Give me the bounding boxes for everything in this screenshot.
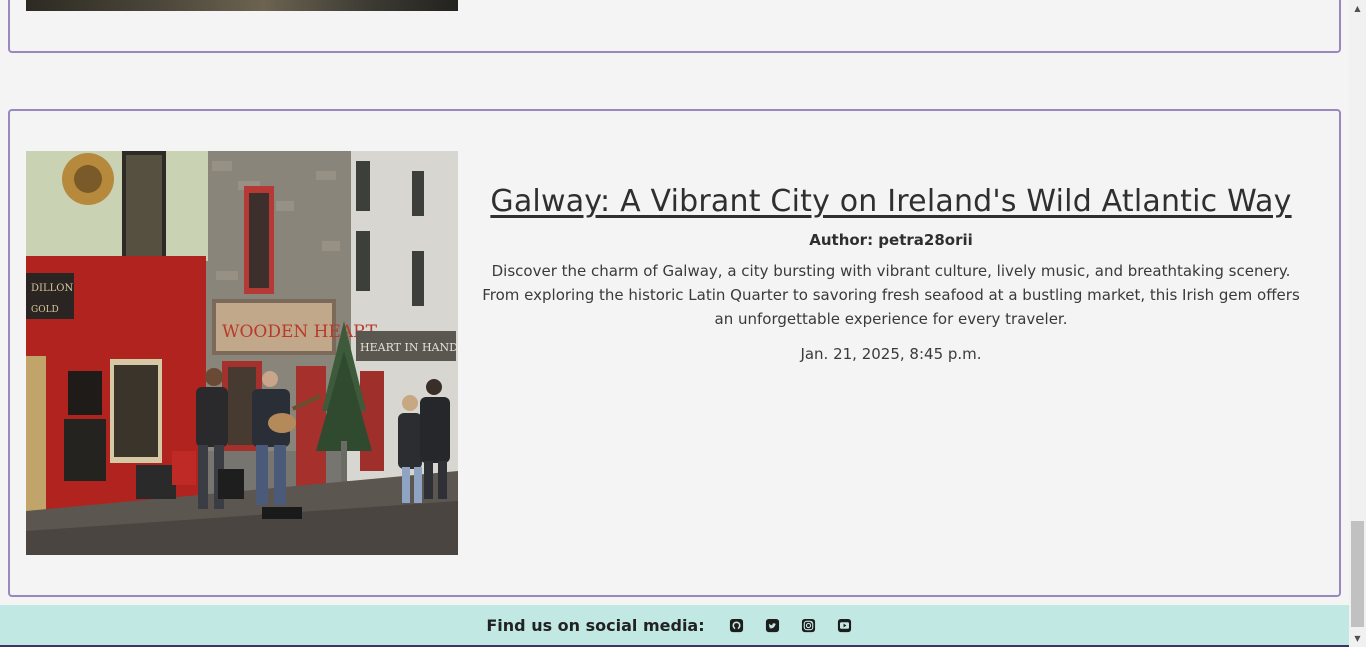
photo-sign-gold: GOLD xyxy=(31,305,59,315)
page-viewport: DILLON GOLD WOODEN HEART HEART IN HANDS xyxy=(0,0,1349,647)
page-scrollbar[interactable]: ▲ ▼ xyxy=(1349,0,1366,647)
post-card-previous xyxy=(8,0,1341,53)
footer-social-label: Find us on social media: xyxy=(486,615,705,635)
scroll-up-arrow-icon[interactable]: ▲ xyxy=(1349,0,1366,17)
twitter-icon[interactable] xyxy=(755,613,791,637)
github-icon[interactable] xyxy=(719,613,755,637)
post-content: Galway: A Vibrant City on Ireland's Wild… xyxy=(476,151,1306,363)
instagram-icon[interactable] xyxy=(791,613,827,637)
post-date: Jan. 21, 2025, 8:45 p.m. xyxy=(800,345,982,363)
post-excerpt: Discover the charm of Galway, a city bur… xyxy=(482,262,1300,328)
youtube-icon[interactable] xyxy=(827,613,863,637)
post-card: DILLON GOLD WOODEN HEART HEART IN HANDS xyxy=(8,109,1341,597)
photo-sign-wooden-heart: WOODEN HEART xyxy=(222,322,378,342)
post-author: Author: petra28orii xyxy=(809,231,973,249)
post-title-link[interactable]: Galway: A Vibrant City on Ireland's Wild… xyxy=(476,184,1306,219)
photo-sign-dillon: DILLON xyxy=(31,283,73,294)
scrollbar-thumb[interactable] xyxy=(1351,521,1364,627)
post-image[interactable]: DILLON GOLD WOODEN HEART HEART IN HANDS xyxy=(26,151,458,555)
site-footer: Find us on social media: xyxy=(0,605,1349,645)
photo-sign-heart-in-hands: HEART IN HANDS xyxy=(360,341,458,354)
post-image-previous[interactable] xyxy=(26,0,458,11)
scroll-down-arrow-icon[interactable]: ▼ xyxy=(1349,630,1366,647)
